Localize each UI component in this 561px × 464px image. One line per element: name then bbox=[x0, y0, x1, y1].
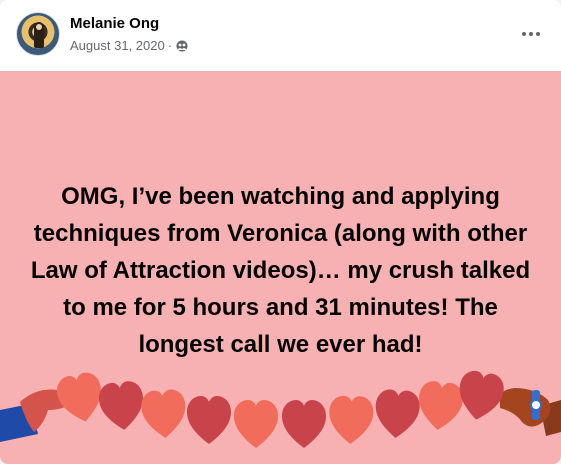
right-hand bbox=[499, 388, 551, 427]
heart bbox=[187, 396, 231, 444]
avatar-face bbox=[36, 24, 42, 30]
heart bbox=[282, 400, 326, 448]
post-card: Melanie Ong August 31, 2020 · OMG, I’ve … bbox=[0, 0, 561, 464]
heart bbox=[234, 400, 278, 448]
heart bbox=[329, 395, 374, 444]
hearts-row bbox=[56, 370, 504, 448]
author-avatar[interactable] bbox=[16, 12, 60, 56]
heart bbox=[141, 389, 186, 438]
heart bbox=[375, 389, 420, 438]
post-header: Melanie Ong August 31, 2020 · bbox=[0, 0, 561, 70]
friends-icon[interactable] bbox=[176, 40, 188, 52]
heart bbox=[419, 381, 463, 430]
author-name[interactable]: Melanie Ong bbox=[70, 15, 159, 32]
heart bbox=[459, 370, 504, 420]
meta-separator: · bbox=[167, 38, 173, 53]
heart-garland-illustration bbox=[0, 370, 561, 448]
post-meta: August 31, 2020 · bbox=[70, 38, 188, 53]
post-date[interactable]: August 31, 2020 bbox=[70, 38, 165, 53]
watch-face bbox=[530, 399, 542, 411]
more-options-icon[interactable] bbox=[515, 20, 547, 48]
post-content: OMG, I’ve been watching and applying tec… bbox=[0, 71, 561, 464]
post-text: OMG, I’ve been watching and applying tec… bbox=[30, 183, 531, 358]
heart bbox=[99, 381, 143, 430]
